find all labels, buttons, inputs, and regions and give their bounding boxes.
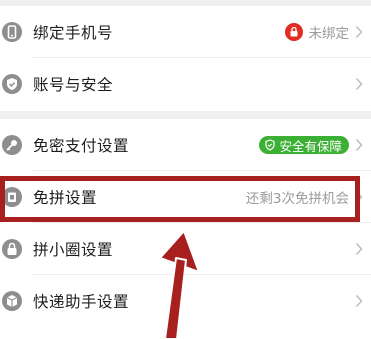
password-free-payment-row[interactable]: 免密支付设置 安全有保障 xyxy=(0,119,371,171)
phone-icon xyxy=(2,22,22,42)
chevron-right-icon xyxy=(355,294,363,308)
settings-group-features: 免密支付设置 安全有保障 免拼设置 还剩3次免拼机会 拼小圈设置 快递助手设置 xyxy=(0,119,371,339)
chevron-right-icon xyxy=(355,242,363,256)
delivery-assistant-right xyxy=(355,294,363,308)
shield-icon xyxy=(265,139,276,151)
password-free-payment-label: 免密支付设置 xyxy=(33,137,130,155)
key-icon xyxy=(2,135,22,155)
delivery-assistant-row[interactable]: 快递助手设置 xyxy=(0,275,371,327)
pinxiaoquan-label: 拼小圈设置 xyxy=(33,241,114,259)
pinxiaoquan-row[interactable]: 拼小圈设置 xyxy=(0,223,371,275)
security-badge: 安全有保障 xyxy=(259,136,349,154)
free-group-right: 还剩3次免拼机会 xyxy=(246,187,363,207)
lock-icon xyxy=(284,23,303,41)
free-group-icon xyxy=(2,187,22,207)
shield-check-icon xyxy=(2,74,22,94)
bind-phone-label: 绑定手机号 xyxy=(33,24,114,42)
account-security-label: 账号与安全 xyxy=(33,76,114,94)
pinxiaoquan-right xyxy=(355,242,363,256)
bind-phone-status: 未绑定 xyxy=(284,22,364,42)
free-group-label: 免拼设置 xyxy=(33,189,98,207)
settings-group-account: 绑定手机号 未绑定 账号与安全 xyxy=(0,6,371,111)
package-icon xyxy=(2,291,22,311)
chevron-right-icon xyxy=(355,25,363,39)
free-group-row[interactable]: 免拼设置 还剩3次免拼机会 xyxy=(0,171,371,223)
account-security-right xyxy=(355,77,363,91)
password-free-payment-right: 安全有保障 xyxy=(259,136,363,154)
bind-phone-row[interactable]: 绑定手机号 未绑定 xyxy=(0,6,371,58)
chevron-right-icon xyxy=(355,138,363,152)
chevron-right-icon xyxy=(355,190,363,204)
free-group-remaining-text: 还剩3次免拼机会 xyxy=(245,191,349,207)
security-badge-text: 安全有保障 xyxy=(279,138,342,154)
bind-phone-status-text: 未绑定 xyxy=(308,26,350,42)
chevron-right-icon xyxy=(355,77,363,91)
padlock-icon xyxy=(2,239,22,259)
delivery-assistant-label: 快递助手设置 xyxy=(33,293,130,311)
account-security-row[interactable]: 账号与安全 xyxy=(0,58,371,110)
